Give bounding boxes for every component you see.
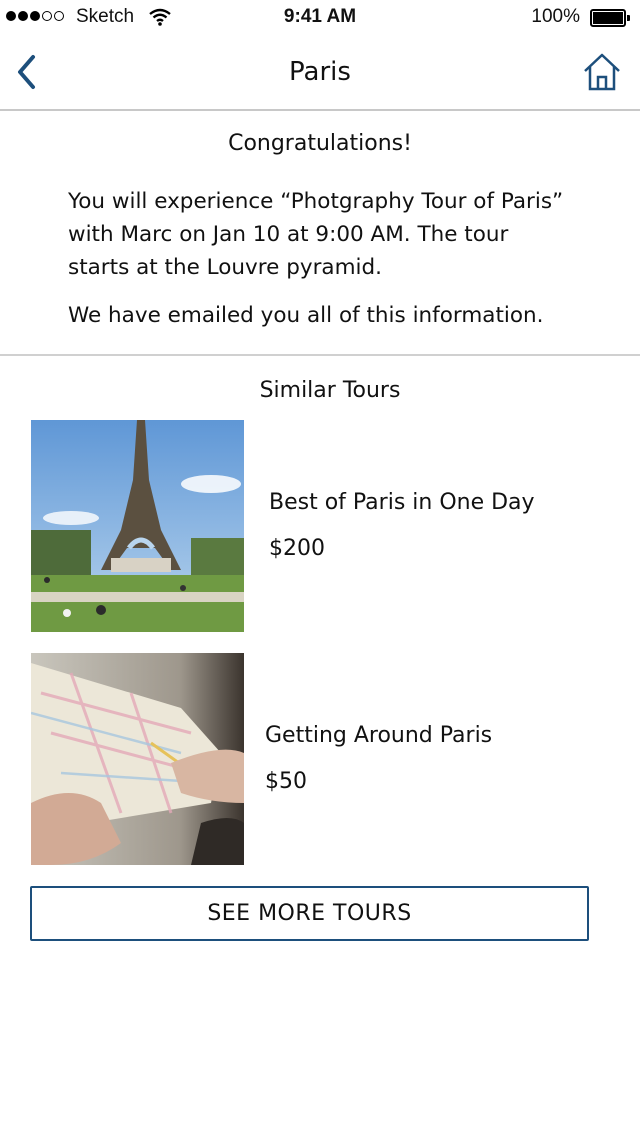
similar-tours-heading: Similar Tours bbox=[259, 378, 401, 403]
tour-price: $200 bbox=[269, 536, 325, 561]
confirmation-details: You will experience “Photgraphy Tour of … bbox=[68, 189, 564, 280]
see-more-tours-button[interactable]: SEE MORE TOURS bbox=[30, 886, 589, 941]
battery-icon bbox=[590, 9, 630, 27]
booking-confirmation: Congratulations! You will experience “Ph… bbox=[0, 111, 640, 356]
tour-name[interactable]: Best of Paris in One Day bbox=[269, 490, 535, 515]
tour-price: $50 bbox=[265, 769, 307, 794]
battery-percentage: 100% bbox=[531, 6, 580, 27]
confirmation-heading: Congratulations! bbox=[228, 131, 412, 156]
eiffel-tower-image[interactable] bbox=[31, 420, 244, 632]
email-notice: We have emailed you all of this informat… bbox=[68, 303, 544, 328]
page-title: Paris bbox=[289, 57, 351, 87]
tour-name[interactable]: Getting Around Paris bbox=[265, 723, 492, 748]
map-in-hands-image[interactable] bbox=[31, 653, 244, 865]
tour-card[interactable]: Best of Paris in One Day $200 bbox=[31, 420, 611, 632]
home-icon bbox=[584, 53, 620, 91]
tour-card[interactable]: Getting Around Paris $50 bbox=[31, 653, 611, 865]
home-button[interactable] bbox=[582, 50, 622, 94]
navigation-bar: Paris bbox=[0, 38, 640, 111]
status-bar: Sketch 9:41 AM 100% bbox=[0, 0, 640, 38]
